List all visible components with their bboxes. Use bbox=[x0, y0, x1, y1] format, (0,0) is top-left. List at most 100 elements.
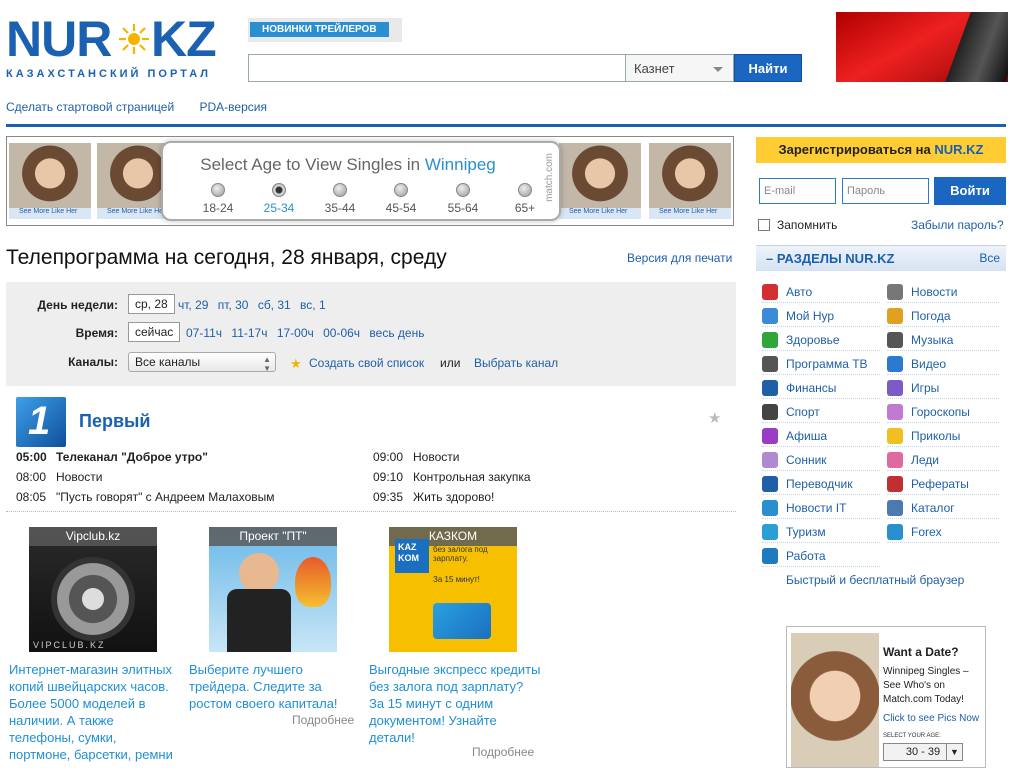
section-label[interactable]: Спорт bbox=[786, 405, 820, 419]
age-option[interactable]: 55-64 bbox=[438, 183, 488, 215]
promo-text[interactable]: Выберите лучшего трейдера. Следите за ро… bbox=[189, 661, 361, 712]
section-label[interactable]: Сонник bbox=[786, 453, 827, 467]
channels-select[interactable]: Все каналы ▲ ▼ bbox=[128, 352, 276, 373]
section-item[interactable]: Леди bbox=[887, 449, 999, 471]
site-logo[interactable]: NUR KZ КАЗАХСТАНСКИЙ ПОРТАЛ bbox=[6, 14, 221, 84]
age-option[interactable]: 35-44 bbox=[315, 183, 365, 215]
section-label[interactable]: Рефераты bbox=[911, 477, 969, 491]
forgot-password-link[interactable]: Забыли пароль? bbox=[911, 218, 1004, 232]
section-label[interactable]: Музыка bbox=[911, 333, 953, 347]
section-label[interactable]: Леди bbox=[911, 453, 939, 467]
match-banner-ad[interactable]: See More Like Her See More Like Her See … bbox=[6, 136, 734, 226]
time-link[interactable]: 11-17ч bbox=[231, 326, 267, 340]
section-item[interactable]: Афиша bbox=[762, 425, 880, 447]
section-item[interactable]: Погода bbox=[887, 305, 999, 327]
section-item[interactable]: Здоровье bbox=[762, 329, 880, 351]
sections-all-link[interactable]: Все bbox=[979, 251, 1000, 265]
promo-text[interactable]: Интернет-магазин элитных копий швейцарск… bbox=[9, 661, 181, 768]
section-label[interactable]: Видео bbox=[911, 357, 946, 371]
section-label[interactable]: Авто bbox=[786, 285, 812, 299]
print-version-link[interactable]: Версия для печати bbox=[627, 251, 732, 265]
section-item[interactable]: Авто bbox=[762, 281, 880, 303]
day-link[interactable]: сб, 31 bbox=[258, 298, 291, 312]
pda-version-link[interactable]: PDA-версия bbox=[200, 100, 267, 114]
section-label[interactable]: Приколы bbox=[911, 429, 960, 443]
create-list-link[interactable]: Создать свой список bbox=[309, 356, 424, 370]
time-current[interactable]: сейчас bbox=[128, 322, 181, 342]
remember-checkbox[interactable] bbox=[758, 219, 770, 231]
program-row[interactable]: 09:00 Новости bbox=[373, 450, 459, 464]
section-label[interactable]: Игры bbox=[911, 381, 939, 395]
section-item[interactable]: Туризм bbox=[762, 521, 880, 543]
section-item[interactable]: Программа ТВ bbox=[762, 353, 880, 375]
day-link[interactable]: вс, 1 bbox=[300, 298, 326, 312]
section-label[interactable]: Здоровье bbox=[786, 333, 840, 347]
section-item[interactable]: Новости IT bbox=[762, 497, 880, 519]
search-button[interactable]: Найти bbox=[734, 54, 802, 82]
age-option[interactable]: 45-54 bbox=[376, 183, 426, 215]
top-banner-ad[interactable] bbox=[836, 12, 1008, 82]
promo-image-trader[interactable]: Проект "ПТ" bbox=[209, 527, 337, 652]
section-label[interactable]: Новости IT bbox=[786, 501, 846, 515]
channel-one-logo-icon[interactable]: 1 bbox=[16, 397, 66, 447]
section-item[interactable]: Переводчик bbox=[762, 473, 880, 495]
time-link[interactable]: 17-00ч bbox=[277, 326, 314, 340]
choose-channel-link[interactable]: Выбрать канал bbox=[474, 356, 558, 370]
section-item[interactable]: Финансы bbox=[762, 377, 880, 399]
login-button[interactable]: Войти bbox=[934, 177, 1006, 205]
program-row[interactable]: 08:00 Новости bbox=[16, 470, 102, 484]
section-item[interactable]: Мой Нур bbox=[762, 305, 880, 327]
section-item[interactable]: Приколы bbox=[887, 425, 999, 447]
search-scope-select[interactable]: Казнет bbox=[626, 54, 734, 82]
section-label[interactable]: Программа ТВ bbox=[786, 357, 868, 371]
single-photo[interactable]: See More Like Her bbox=[649, 143, 731, 219]
date-ad[interactable]: Want a Date? Winnipeg Singles – See Who'… bbox=[786, 626, 986, 768]
single-photo[interactable]: See More Like Her bbox=[559, 143, 641, 219]
time-link[interactable]: 00-06ч bbox=[323, 326, 360, 340]
section-label[interactable]: Быстрый и бесплатный браузер bbox=[786, 573, 964, 587]
promo-image-kazkom[interactable]: КАЗКОМ KAZ KOM без залога под зарплату. … bbox=[389, 527, 517, 652]
promo-text[interactable]: Выгодные экспресс кредиты без залога под… bbox=[369, 661, 541, 746]
section-item[interactable]: Рефераты bbox=[887, 473, 999, 495]
section-label[interactable]: Погода bbox=[911, 309, 951, 323]
program-row[interactable]: 08:05 "Пусть говорят" с Андреем Малаховым bbox=[16, 490, 275, 504]
section-item[interactable]: Игры bbox=[887, 377, 999, 399]
section-label[interactable]: Финансы bbox=[786, 381, 836, 395]
email-field[interactable]: E-mail bbox=[759, 178, 836, 204]
age-option[interactable]: 18-24 bbox=[193, 183, 243, 215]
single-photo[interactable]: See More Like Her bbox=[9, 143, 91, 219]
section-label[interactable]: Переводчик bbox=[786, 477, 853, 491]
trailers-tab[interactable]: НОВИНКИ ТРЕЙЛЕРОВ bbox=[248, 18, 402, 42]
section-item[interactable]: Новости bbox=[887, 281, 999, 303]
program-row[interactable]: 09:35 Жить здорово! bbox=[373, 490, 494, 504]
section-item[interactable]: Forex bbox=[887, 521, 999, 543]
section-label[interactable]: Афиша bbox=[786, 429, 827, 443]
age-select[interactable]: 30 - 39 ▼ bbox=[883, 743, 963, 761]
register-button[interactable]: Зарегистрироваться на NUR.KZ bbox=[756, 137, 1006, 163]
section-item[interactable]: Каталог bbox=[887, 497, 999, 519]
section-label[interactable]: Мой Нур bbox=[786, 309, 834, 323]
set-homepage-link[interactable]: Сделать стартовой страницей bbox=[6, 100, 174, 114]
section-item[interactable]: Музыка bbox=[887, 329, 999, 351]
section-label[interactable]: Forex bbox=[911, 525, 942, 539]
time-link[interactable]: 07-11ч bbox=[186, 326, 222, 340]
more-link[interactable]: Подробнее bbox=[292, 713, 354, 727]
more-link[interactable]: Подробнее bbox=[472, 745, 534, 759]
section-item[interactable]: Сонник bbox=[762, 449, 880, 471]
age-option-selected[interactable]: 25-34 bbox=[254, 183, 304, 215]
program-row[interactable]: 09:10 Контрольная закупка bbox=[373, 470, 531, 484]
promo-image-vipclub[interactable]: Vipclub.kz VIPCLUB.KZ bbox=[29, 527, 157, 652]
section-label[interactable]: Гороскопы bbox=[911, 405, 970, 419]
section-label[interactable]: Новости bbox=[911, 285, 957, 299]
section-item[interactable]: Спорт bbox=[762, 401, 880, 423]
day-current[interactable]: ср, 28 bbox=[128, 294, 175, 314]
section-item[interactable]: Быстрый и бесплатный браузер bbox=[762, 569, 1006, 591]
age-option[interactable]: 65+ bbox=[500, 183, 550, 215]
section-label[interactable]: Каталог bbox=[911, 501, 955, 515]
section-label[interactable]: Туризм bbox=[786, 525, 826, 539]
program-row[interactable]: 05:00 Телеканал "Доброе утро" bbox=[16, 450, 208, 464]
day-link[interactable]: чт, 29 bbox=[178, 298, 208, 312]
date-ad-link[interactable]: Click to see Pics Now bbox=[883, 713, 979, 724]
section-label[interactable]: Работа bbox=[786, 549, 826, 563]
section-item[interactable]: Гороскопы bbox=[887, 401, 999, 423]
